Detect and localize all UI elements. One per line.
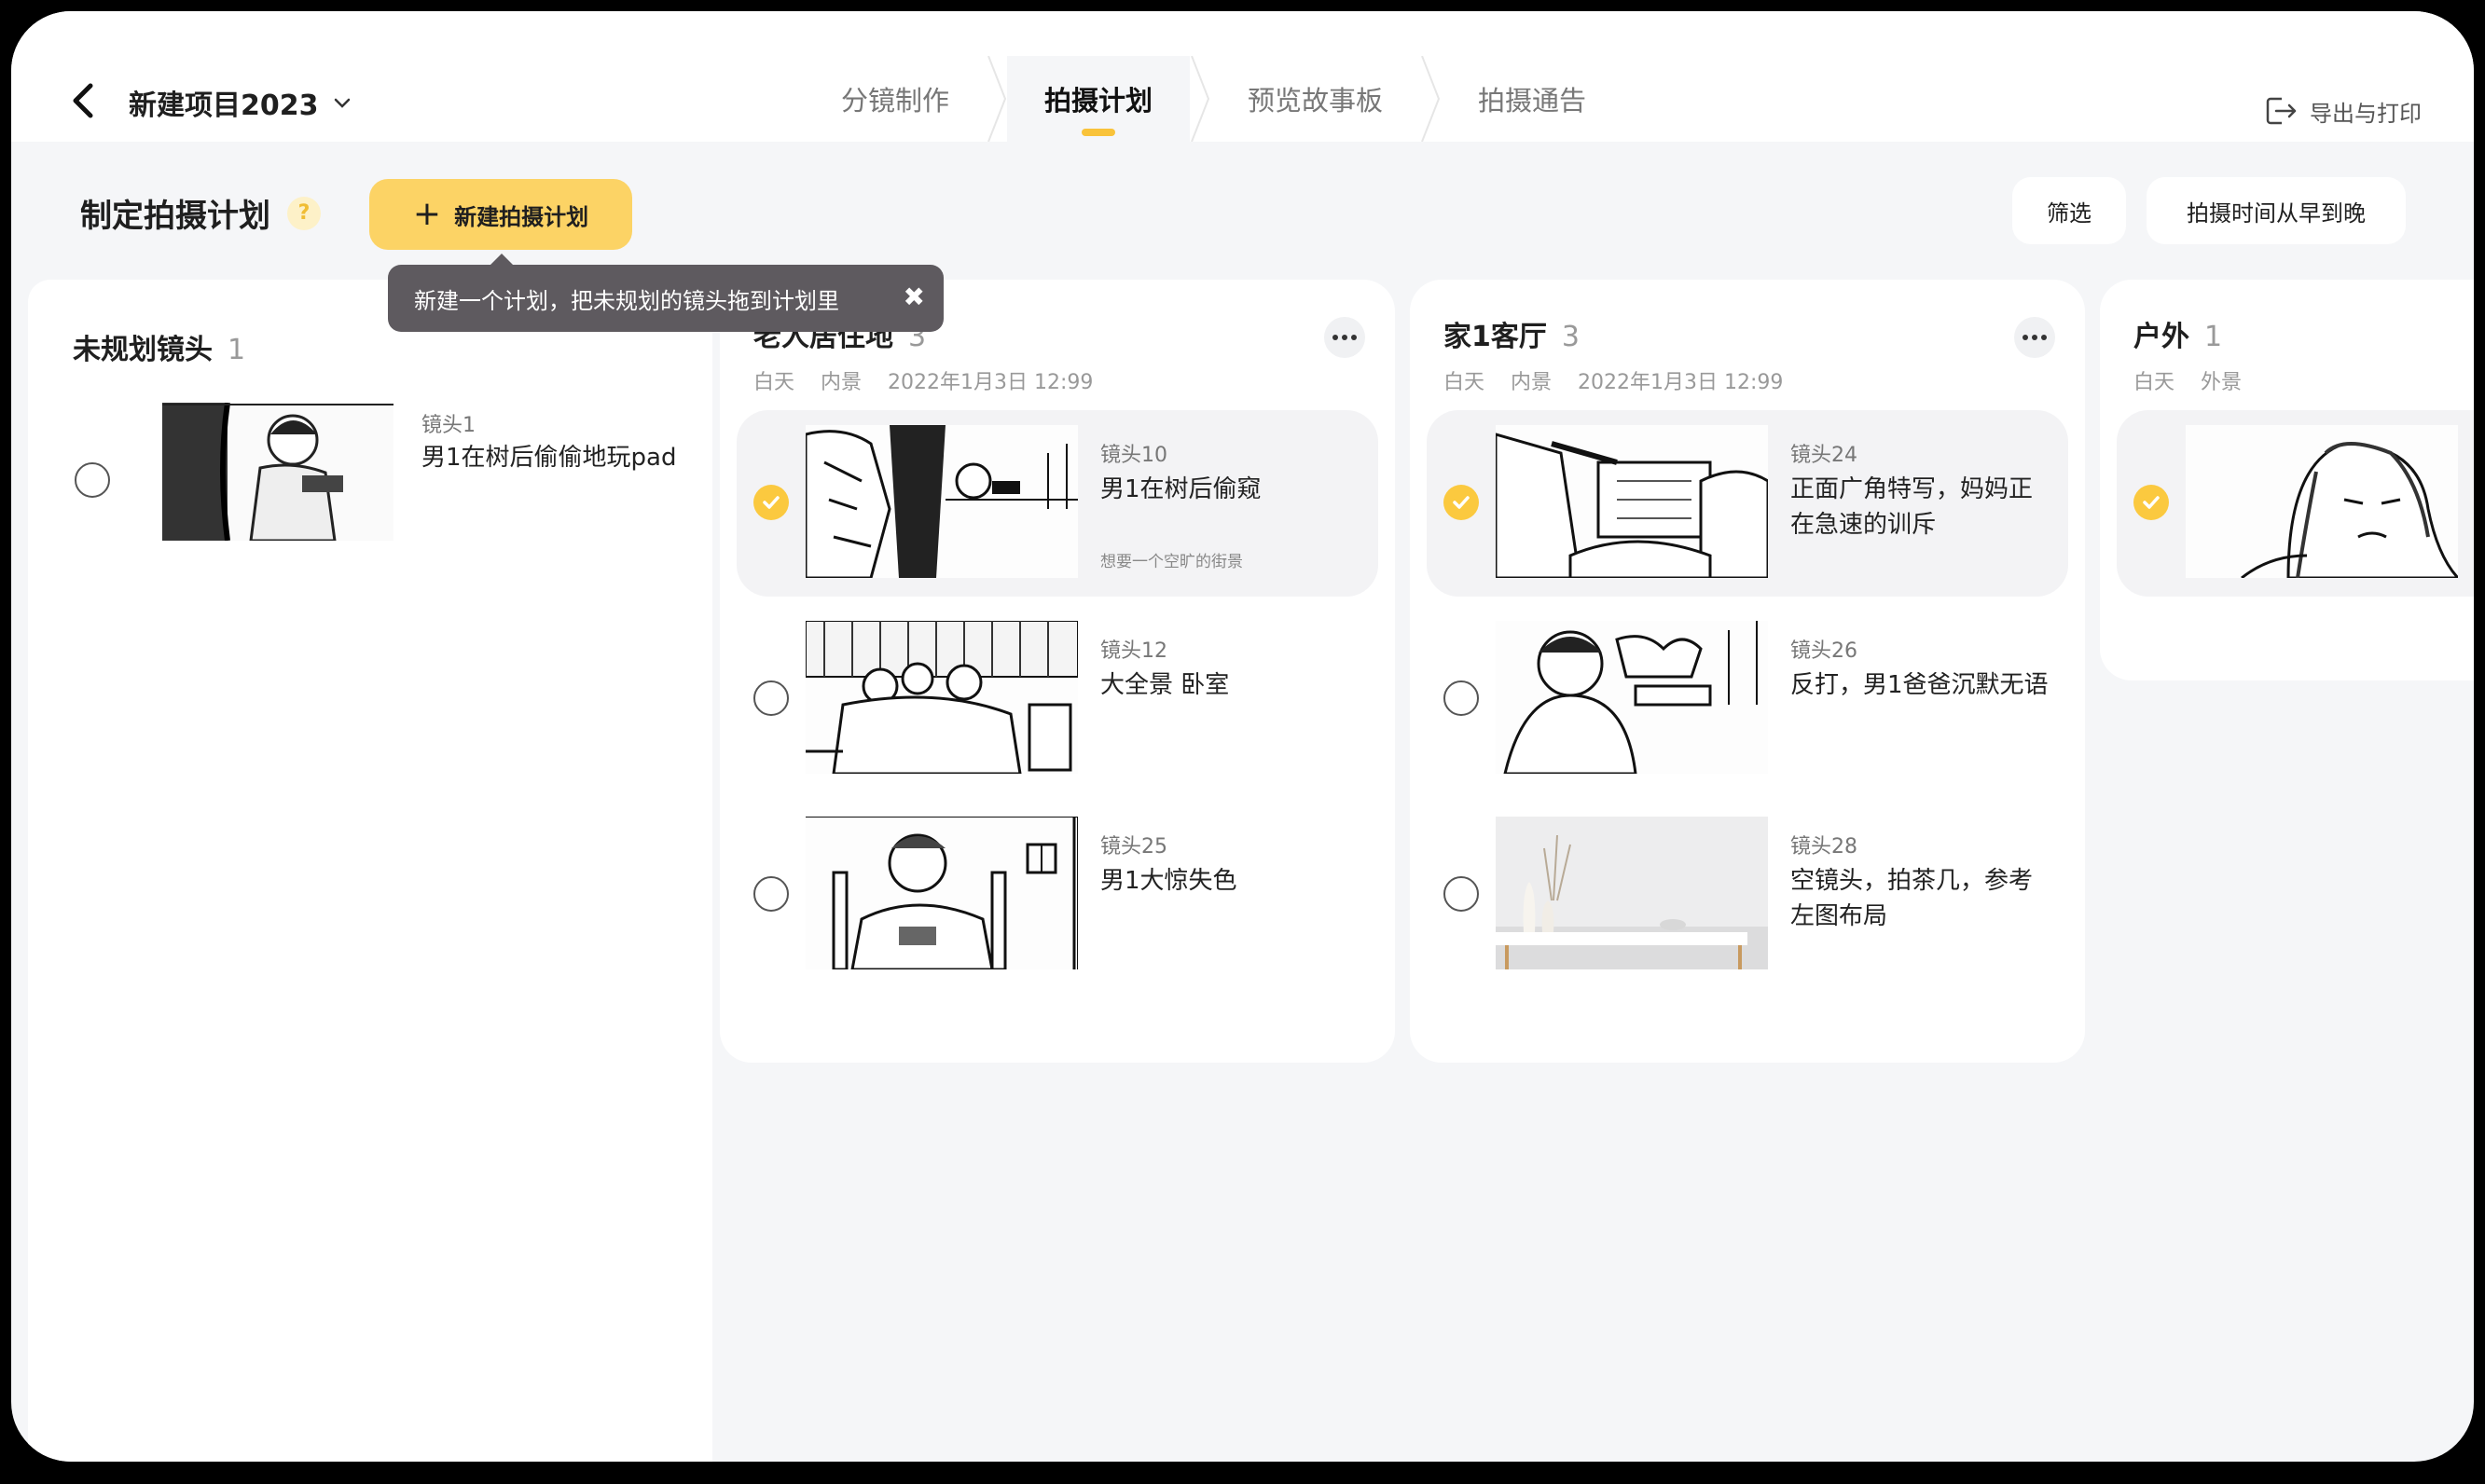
tab-separator-icon (1420, 56, 1441, 142)
shot-card[interactable]: 镜头24 正面广角特写，妈妈正在急速的训斥 (1427, 410, 2068, 597)
help-icon[interactable]: ? (287, 196, 321, 230)
select-radio[interactable] (75, 462, 110, 498)
new-plan-button[interactable]: + 新建拍摄计划 (369, 179, 632, 250)
shot-card[interactable]: 镜头10 男1在树后偷窥 想要一个空旷的街景 (737, 410, 1378, 597)
plan-meta: 白天 外景 (2133, 371, 2243, 394)
shot-number: 镜头24 (1790, 444, 1857, 467)
plus-icon: + (412, 195, 442, 233)
shot-number: 镜头1 (421, 414, 476, 437)
plan-meta: 白天 内景 2022年1月3日 12:99 (753, 371, 1094, 394)
shot-title: 男1在树后偷窥 (1100, 475, 1262, 503)
shot-card[interactable] (2117, 410, 2474, 597)
shot-card[interactable]: 镜头12 大全景 卧室 (737, 606, 1378, 792)
shot-number: 镜头10 (1100, 444, 1167, 467)
shot-card[interactable]: 镜头25 男1大惊失色 (737, 802, 1378, 988)
unplanned-column: 未规划镜头 1 镜头1 男1在树后偷偷地玩pad (28, 280, 712, 1462)
tab-bar: 分镜制作 拍摄计划 预览故事板 拍摄通告 (804, 56, 1623, 142)
project-selector[interactable]: 新建项目2023 (129, 82, 352, 123)
shot-card[interactable]: 镜头1 男1在树后偷偷地玩pad (39, 388, 681, 574)
select-radio[interactable] (1443, 876, 1479, 912)
shot-thumbnail (806, 425, 1078, 578)
tab-separator-icon (987, 56, 1007, 142)
tab-shooting-plan[interactable]: 拍摄计划 (1007, 56, 1191, 142)
shot-thumbnail (806, 621, 1078, 774)
select-radio[interactable] (1443, 680, 1479, 716)
shot-note: 想要一个空旷的街景 (1100, 553, 1243, 571)
column-header: 家1客厅 3 (1443, 321, 1580, 353)
project-name: 新建项目2023 (129, 89, 319, 122)
tab-storyboard[interactable]: 分镜制作 (804, 56, 987, 142)
select-check[interactable] (753, 485, 789, 520)
tab-preview-board[interactable]: 预览故事板 (1210, 56, 1420, 142)
close-icon[interactable]: ✖ (904, 282, 925, 312)
shot-number: 镜头26 (1790, 639, 1857, 663)
page-title: 制定拍摄计划 ? (80, 190, 321, 236)
plan-column: 家1客厅 3 白天 内景 2022年1月3日 12:99 镜头24 正面广角特写… (1410, 280, 2085, 1063)
select-check[interactable] (1443, 485, 1479, 520)
shot-thumbnail (162, 403, 393, 541)
more-options-icon[interactable] (2014, 317, 2055, 358)
back-icon[interactable] (62, 78, 106, 123)
export-button[interactable]: 导出与打印 (2263, 93, 2422, 129)
export-icon (2266, 97, 2297, 125)
check-icon (1453, 496, 1470, 509)
plan-column: 老人居住地 3 白天 内景 2022年1月3日 12:99 镜头10 男1在树后… (720, 280, 1395, 1063)
shot-count: 3 (1561, 321, 1580, 353)
top-bar: 新建项目2023 分镜制作 拍摄计划 预览故事板 拍摄通告 导出与打印 (11, 11, 2474, 142)
shot-thumbnail (1496, 817, 1768, 969)
shot-thumbnail (1496, 425, 1768, 578)
shot-thumbnail (1496, 621, 1768, 774)
shot-title: 男1在树后偷偷地玩pad (421, 444, 677, 472)
app-window: 新建项目2023 分镜制作 拍摄计划 预览故事板 拍摄通告 导出与打印 制定拍摄… (11, 11, 2474, 1462)
shot-thumbnail (2186, 425, 2458, 578)
filter-button[interactable]: 筛选 (2012, 177, 2126, 244)
shot-number: 镜头28 (1790, 835, 1857, 859)
shot-title: 反打，男1爸爸沉默无语 (1790, 671, 2049, 699)
shot-thumbnail (806, 817, 1078, 969)
tab-call-sheet[interactable]: 拍摄通告 (1441, 56, 1623, 142)
export-label: 导出与打印 (2310, 100, 2422, 127)
shot-card[interactable]: 镜头26 反打，男1爸爸沉默无语 (1427, 606, 2068, 792)
check-icon (2143, 496, 2160, 509)
shot-card[interactable]: 镜头28 空镜头，拍茶几，参考左图布局 (1427, 802, 2068, 988)
select-radio[interactable] (753, 876, 789, 912)
shot-count: 1 (2204, 321, 2223, 353)
chevron-down-icon (334, 98, 350, 108)
sort-button[interactable]: 拍摄时间从早到晚 (2147, 177, 2406, 244)
select-check[interactable] (2133, 485, 2169, 520)
more-options-icon[interactable] (1324, 317, 1365, 358)
shot-title: 正面广角特写，妈妈正在急速的训斥 (1790, 475, 2034, 539)
shot-count: 1 (228, 334, 246, 366)
shot-number: 镜头25 (1100, 835, 1167, 859)
shot-number: 镜头12 (1100, 639, 1167, 663)
plan-meta: 白天 内景 2022年1月3日 12:99 (1443, 371, 1784, 394)
tooltip-text: 新建一个计划，把未规划的镜头拖到计划里 (414, 287, 839, 314)
column-header: 户外 1 (2133, 321, 2223, 353)
hint-tooltip: 新建一个计划，把未规划的镜头拖到计划里 ✖ (388, 254, 944, 332)
shot-title: 大全景 卧室 (1100, 671, 1230, 699)
shot-title: 男1大惊失色 (1100, 867, 1237, 895)
column-header: 未规划镜头 1 (73, 334, 246, 366)
check-icon (763, 496, 780, 509)
select-radio[interactable] (753, 680, 789, 716)
shot-title: 空镜头，拍茶几，参考左图布局 (1790, 867, 2034, 930)
tab-separator-icon (1190, 56, 1210, 142)
plan-column: 户外 1 白天 外景 (2100, 280, 2474, 680)
